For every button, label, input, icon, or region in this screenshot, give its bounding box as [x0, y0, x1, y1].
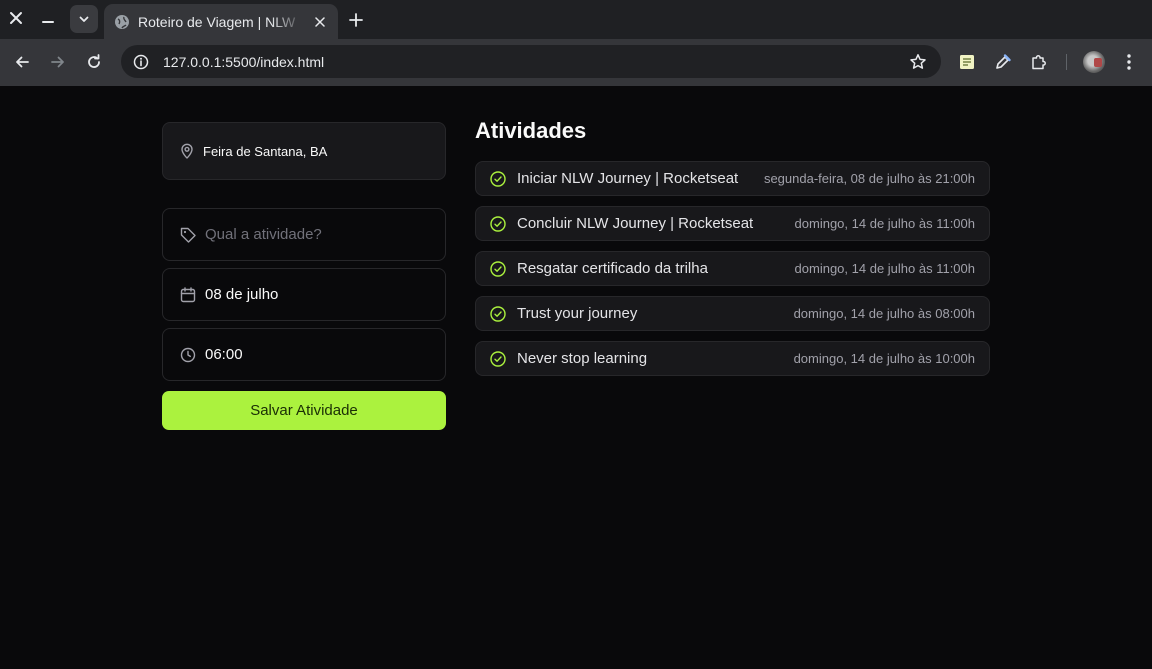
tab-title: Roteiro de Viagem | NLW	[138, 13, 296, 30]
notes-extension-icon[interactable]	[955, 50, 979, 74]
activities-title: Atividades	[475, 118, 587, 143]
calendar-icon	[179, 286, 197, 304]
puzzle-extensions-icon[interactable]	[1027, 50, 1051, 74]
reload-icon[interactable]	[81, 49, 107, 75]
save-activity-button[interactable]: Salvar Atividade	[162, 391, 446, 430]
activity-item[interactable]: Trust your journey domingo, 14 de julho …	[475, 296, 990, 331]
browser-tab-strip: Roteiro de Viagem | NLW	[0, 0, 1152, 39]
activity-datetime: domingo, 14 de julho às 11:00h	[794, 216, 975, 231]
activity-datetime: domingo, 14 de julho às 10:00h	[793, 351, 975, 366]
forward-arrow-icon[interactable]	[45, 49, 71, 75]
activity-datetime: domingo, 14 de julho às 08:00h	[793, 306, 975, 321]
chevron-down-icon	[79, 16, 89, 22]
location-card: Feira de Santana, BA	[162, 122, 446, 180]
browser-tab[interactable]: Roteiro de Viagem | NLW	[104, 4, 338, 39]
activity-item[interactable]: Concluir NLW Journey | Rocketseat doming…	[475, 206, 990, 241]
bookmark-star-icon[interactable]	[909, 53, 927, 71]
close-window-icon[interactable]	[3, 5, 29, 31]
page-content: Feira de Santana, BA Salvar Atividade At…	[0, 86, 1152, 669]
activity-item[interactable]: Resgatar certificado da trilha domingo, …	[475, 251, 990, 286]
activity-name: Trust your journey	[517, 305, 638, 322]
activities-list: Iniciar NLW Journey | Rocketseat segunda…	[475, 161, 990, 386]
circle-check-icon	[489, 260, 507, 278]
date-input[interactable]	[205, 286, 425, 303]
circle-check-icon	[489, 305, 507, 323]
new-tab-icon[interactable]	[344, 8, 368, 32]
site-info-icon[interactable]	[133, 54, 149, 70]
minimize-window-icon[interactable]	[35, 5, 61, 31]
activity-input[interactable]	[205, 226, 425, 243]
globe-icon	[114, 14, 130, 30]
profile-avatar[interactable]	[1083, 51, 1105, 73]
time-field[interactable]	[162, 328, 446, 381]
browser-toolbar: 127.0.0.1:5500/index.html	[0, 39, 1152, 86]
date-field[interactable]	[162, 268, 446, 321]
map-pin-icon	[179, 143, 195, 159]
more-menu-icon[interactable]	[1117, 50, 1141, 74]
back-arrow-icon[interactable]	[9, 49, 35, 75]
circle-check-icon	[489, 350, 507, 368]
activity-name: Iniciar NLW Journey | Rocketseat	[517, 170, 739, 187]
tab-search-button[interactable]	[70, 5, 98, 33]
circle-check-icon	[489, 215, 507, 233]
activity-item[interactable]: Never stop learning domingo, 14 de julho…	[475, 341, 990, 376]
activity-datetime: segunda-feira, 08 de julho às 21:00h	[763, 171, 975, 186]
activity-name: Never stop learning	[517, 350, 648, 367]
activity-item[interactable]: Iniciar NLW Journey | Rocketseat segunda…	[475, 161, 990, 196]
time-input[interactable]	[205, 346, 425, 363]
circle-check-icon	[489, 170, 507, 188]
activity-field[interactable]	[162, 208, 446, 261]
activity-datetime: domingo, 14 de julho às 11:00h	[794, 261, 975, 276]
close-tab-icon[interactable]	[312, 14, 328, 30]
tag-icon	[179, 226, 197, 244]
activity-name: Resgatar certificado da trilha	[517, 260, 708, 277]
location-text: Feira de Santana, BA	[203, 143, 328, 159]
toolbar-divider	[1066, 54, 1067, 70]
eyedropper-icon[interactable]	[991, 50, 1015, 74]
clock-icon	[179, 346, 197, 364]
url-text: 127.0.0.1:5500/index.html	[163, 53, 325, 70]
address-bar[interactable]: 127.0.0.1:5500/index.html	[121, 45, 941, 78]
activity-name: Concluir NLW Journey | Rocketseat	[517, 215, 754, 232]
